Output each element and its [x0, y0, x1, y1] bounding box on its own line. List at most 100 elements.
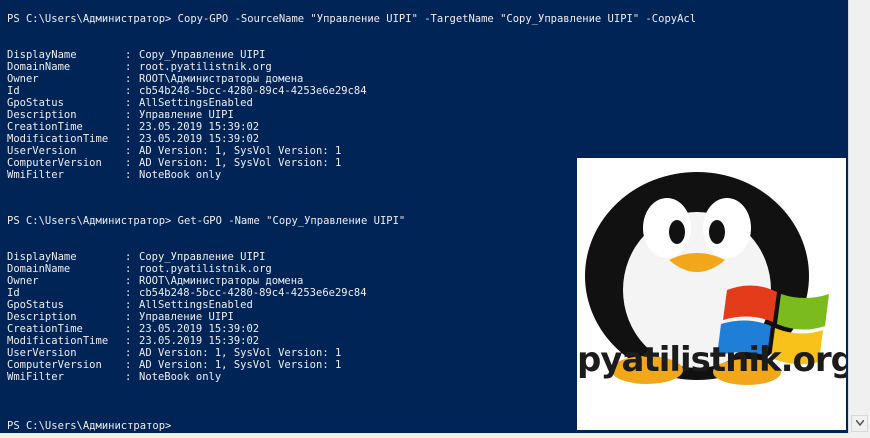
property-row: ModificationTime:23.05.2019 15:39:02 [7, 335, 259, 347]
property-separator: : [125, 287, 132, 299]
property-name: CreationTime [7, 323, 83, 335]
property-row: UserVersion: AD Version: 1, SysVol Versio… [7, 347, 341, 359]
property-value: 23.05.2019 15:39:02 [139, 335, 260, 347]
property-name: DomainName [7, 61, 71, 73]
powershell-window: PS C:\Users\Администратор> Copy-GPO -Sou… [0, 0, 870, 438]
property-separator: : [125, 251, 132, 263]
property-row: Description: Управление UIPI [7, 311, 234, 323]
property-name: ModificationTime [7, 335, 109, 347]
property-value: Copy_Управление UIPI [139, 251, 266, 263]
property-separator: : [125, 61, 132, 73]
property-name: ComputerVersion [7, 157, 102, 169]
property-row: DomainName: root.pyatilistnik.org [7, 61, 272, 73]
property-name: GpoStatus [7, 97, 64, 109]
windows-flag-pane [777, 294, 829, 330]
property-name: WmiFilter [7, 371, 64, 383]
property-separator: : [125, 371, 132, 383]
property-separator: : [125, 311, 132, 323]
property-value: ROOT\Администраторы домена [139, 275, 304, 287]
property-value: AD Version: 1, SysVol Version: 1 [139, 347, 342, 359]
console-output[interactable]: PS C:\Users\Администратор> Copy-GPO -Sou… [0, 0, 848, 433]
property-row: GpoStatus: AllSettingsEnabled [7, 299, 253, 311]
property-row: Id: cb54b248-5bcc-4280-89c4-4253e6e29c84 [7, 85, 367, 97]
property-separator: : [125, 97, 132, 109]
property-row: Description: Управление UIPI [7, 109, 234, 121]
property-value: cb54b248-5bcc-4280-89c4-4253e6e29c84 [139, 287, 367, 299]
property-separator: : [125, 299, 132, 311]
property-row: DisplayName: Copy_Управление UIPI [7, 49, 265, 61]
property-row: ComputerVersion: AD Version: 1, SysVol Ve… [7, 157, 341, 169]
property-name: Description [7, 109, 77, 121]
property-value: root.pyatilistnik.org [139, 263, 272, 275]
windows-flag-pane [723, 285, 777, 322]
property-separator: : [125, 323, 132, 335]
scroll-down-button[interactable] [851, 415, 868, 432]
property-separator: : [125, 121, 132, 133]
property-value: ROOT\Администраторы домена [139, 73, 304, 85]
property-separator: : [125, 49, 132, 61]
vertical-scrollbar[interactable] [848, 0, 870, 433]
property-name: ModificationTime [7, 133, 109, 145]
property-row: ComputerVersion: AD Version: 1, SysVol Ve… [7, 359, 341, 371]
property-name: GpoStatus [7, 299, 64, 311]
property-row: CreationTime:23.05.2019 15:39:02 [7, 323, 259, 335]
property-separator: : [125, 169, 132, 181]
property-row: Id: cb54b248-5bcc-4280-89c4-4253e6e29c84 [7, 287, 367, 299]
property-value: AllSettingsEnabled [139, 299, 253, 311]
property-value: Управление UIPI [139, 311, 234, 323]
property-separator: : [125, 157, 132, 169]
property-row: Owner: ROOT\Администраторы домена [7, 275, 303, 287]
property-separator: : [125, 347, 132, 359]
property-row: ModificationTime:23.05.2019 15:39:02 [7, 133, 259, 145]
property-row: Owner: ROOT\Администраторы домена [7, 73, 303, 85]
property-value: AD Version: 1, SysVol Version: 1 [139, 145, 342, 157]
command-line-copy-gpo: PS C:\Users\Администратор> Copy-GPO -Sou… [7, 13, 697, 25]
property-separator: : [125, 145, 132, 157]
property-row: DisplayName: Copy_Управление UIPI [7, 251, 265, 263]
property-separator: : [125, 275, 132, 287]
property-value: cb54b248-5bcc-4280-89c4-4253e6e29c84 [139, 85, 367, 97]
property-row: GpoStatus: AllSettingsEnabled [7, 97, 253, 109]
pyatilistnik-logo: pyatilistnik.org [577, 158, 846, 430]
property-value: NoteBook only [139, 169, 222, 181]
property-value: AD Version: 1, SysVol Version: 1 [139, 157, 342, 169]
property-value: root.pyatilistnik.org [139, 61, 272, 73]
property-separator: : [125, 85, 132, 97]
property-name: UserVersion [7, 145, 77, 157]
property-value: 23.05.2019 15:39:02 [139, 323, 260, 335]
property-name: DisplayName [7, 49, 77, 61]
property-row: CreationTime:23.05.2019 15:39:02 [7, 121, 259, 133]
property-value: 23.05.2019 15:39:02 [139, 133, 260, 145]
logo-text: pyatilistnik.org [577, 340, 846, 380]
property-name: Owner [7, 275, 39, 287]
property-separator: : [125, 109, 132, 121]
property-name: CreationTime [7, 121, 83, 133]
property-name: Owner [7, 73, 39, 85]
property-name: DomainName [7, 263, 71, 275]
property-value: 23.05.2019 15:39:02 [139, 121, 260, 133]
property-row: DomainName: root.pyatilistnik.org [7, 263, 272, 275]
property-value: AD Version: 1, SysVol Version: 1 [139, 359, 342, 371]
penguin-with-windows-flag-icon [585, 172, 829, 385]
command-line-get-gpo: PS C:\Users\Администратор> Get-GPO -Name… [7, 215, 406, 227]
property-row: WmiFilter: NoteBook only [7, 371, 221, 383]
property-value: NoteBook only [139, 371, 222, 383]
property-separator: : [125, 133, 132, 145]
property-separator: : [125, 73, 132, 85]
property-row: UserVersion: AD Version: 1, SysVol Versio… [7, 145, 341, 157]
property-separator: : [125, 263, 132, 275]
property-name: WmiFilter [7, 169, 64, 181]
chevron-down-icon [855, 420, 864, 426]
property-name: Id [7, 85, 20, 97]
property-separator: : [125, 335, 132, 347]
property-name: Id [7, 287, 20, 299]
property-value: AllSettingsEnabled [139, 97, 253, 109]
command-prompt[interactable]: PS C:\Users\Администратор> [7, 420, 171, 432]
property-value: Управление UIPI [139, 109, 234, 121]
property-separator: : [125, 359, 132, 371]
property-name: ComputerVersion [7, 359, 102, 371]
property-row: WmiFilter: NoteBook only [7, 169, 221, 181]
property-name: Description [7, 311, 77, 323]
property-value: Copy_Управление UIPI [139, 49, 266, 61]
property-name: DisplayName [7, 251, 77, 263]
